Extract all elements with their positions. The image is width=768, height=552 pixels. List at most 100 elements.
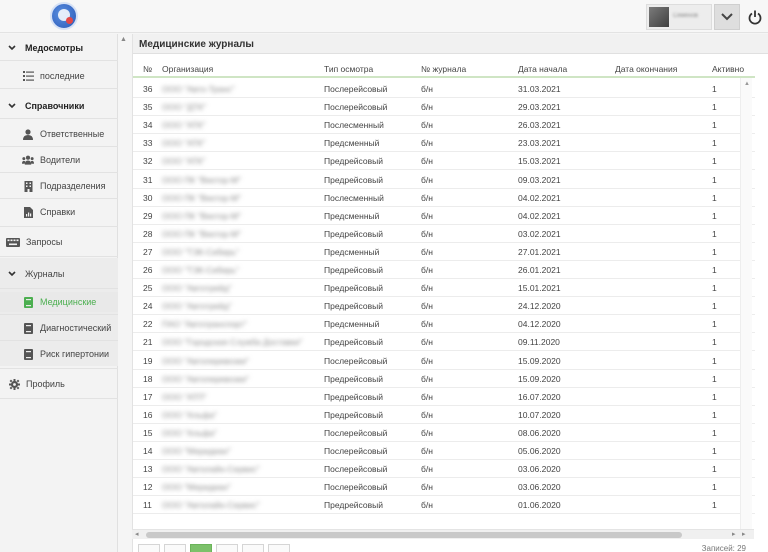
cell-number: 25 (143, 283, 153, 294)
table-row[interactable]: 16 ООО "Альфа" Предрейсовый б/н 10.07.2020 1 (133, 406, 755, 424)
cell-active: 1 (712, 427, 717, 438)
table-row[interactable]: 25 ООО "Автотрейд" Предрейсовый б/н 15.01.20… (133, 279, 755, 298)
table-row[interactable]: 12 ООО "Меридиан" Послерейсовый б/н 03.06.20… (133, 478, 755, 497)
sidebar-group-journals[interactable]: Журналы (0, 266, 118, 282)
cell-number: 26 (143, 265, 153, 275)
sidebar-group-spravochniki[interactable]: Справочники (0, 98, 118, 114)
table-row[interactable]: 17 ООО "АТП" Предрейсовый б/н 16.07.2020 1 (133, 388, 755, 406)
cell-start-date: 03.06.2020 (518, 482, 561, 493)
cell-start-date: 05.06.2020 (518, 446, 561, 456)
scroll-right-icon[interactable]: ▸ (732, 530, 736, 538)
cell-active: 1 (712, 192, 717, 203)
page-prev-button[interactable] (164, 544, 186, 552)
sidebar-item-departments[interactable]: Подразделения (0, 178, 118, 194)
table-row[interactable]: 35 ООО "ДТК" Послерейсовый б/н 29.03.2021 1 (133, 98, 755, 117)
column-header-organization[interactable]: Организация (162, 64, 213, 74)
cell-exam-type: Предсменный (324, 319, 380, 330)
cell-number: 22 (143, 319, 153, 330)
cell-start-date: 04.02.2021 (518, 210, 561, 221)
cell-exam-type: Предрейсовый (324, 391, 383, 402)
list-icon (22, 70, 34, 82)
column-header-active[interactable]: Активно (712, 64, 744, 74)
sidebar-item-hypertension-risk[interactable]: Риск гипертонии (0, 346, 118, 362)
table-row[interactable]: 18 ООО "Автоперевозки" Предрейсовый б/н 15.0… (133, 370, 755, 388)
table-row[interactable]: 15 ООО "Альфа" Послерейсовый б/н 08.06.2020 1 (133, 424, 755, 442)
scroll-up-icon[interactable]: ▲ (744, 81, 750, 87)
table-row[interactable]: 24 ООО "Автотрейд" Предрейсовый б/н 24.12.20… (133, 297, 755, 316)
sidebar-item-responsible[interactable]: Ответственные (0, 126, 118, 142)
vertical-scrollbar[interactable]: ▲ (740, 78, 752, 536)
cell-active: 1 (712, 355, 717, 366)
page-current-button[interactable] (190, 544, 212, 552)
sidebar: Медосмотры последние Справочники Ответст… (0, 34, 118, 552)
cell-exam-type: Предрейсовый (324, 500, 383, 511)
scroll-right-end-icon[interactable]: ▸ (742, 530, 746, 538)
sidebar-item-certificates[interactable]: Справки (0, 204, 118, 220)
page-first-button[interactable] (138, 544, 160, 552)
user-menu[interactable]: Семёнов (646, 4, 712, 30)
horizontal-scrollbar[interactable]: ◂ ▸ ▸ (132, 529, 754, 539)
user-dropdown-button[interactable] (714, 4, 740, 30)
column-header-start-date[interactable]: Дата начала (518, 64, 567, 74)
cell-start-date: 09.11.2020 (518, 337, 560, 348)
cell-number: 32 (143, 156, 153, 167)
cell-journal-number: б/н (421, 246, 433, 257)
cell-start-date: 10.07.2020 (518, 409, 561, 420)
horizontal-scroll-thumb[interactable] (146, 532, 682, 538)
cell-number: 18 (143, 373, 153, 384)
table-row[interactable]: 33 ООО "АТК" Предсменный б/н 23.03.2021 1 (133, 134, 755, 153)
collapse-sidebar-icon[interactable]: ▲ (120, 36, 127, 43)
table-row[interactable]: 19 ООО "Автоперевозки" Послерейсовый б/н 15.… (133, 352, 755, 370)
chevron-down-icon (721, 13, 733, 21)
page-next-button[interactable] (216, 544, 238, 552)
table-row[interactable]: 21 ООО "Городская Служба Доставки" Предрей… (133, 333, 755, 352)
cell-journal-number: б/н (421, 464, 433, 475)
cell-journal-number: б/н (421, 228, 433, 239)
cell-exam-type: Послерейсовый (324, 482, 388, 493)
table-row[interactable]: 13 ООО "Автолайн-Сервис" Послерейсовый б/н 0… (133, 460, 755, 479)
power-icon (748, 10, 762, 24)
cell-exam-type: Предрейсовый (324, 409, 383, 420)
scroll-left-icon[interactable]: ◂ (135, 530, 139, 538)
column-header-exam-type[interactable]: Тип осмотра (324, 64, 373, 74)
column-header-number[interactable]: № (143, 64, 152, 74)
sidebar-item-profile[interactable]: Профиль (0, 376, 118, 392)
table-row[interactable]: 28 ООО ПК "Вектор-М" Предрейсовый б/н 03.02.… (133, 225, 755, 243)
sidebar-item-requests[interactable]: Запросы (0, 234, 118, 250)
cell-start-date: 26.03.2021 (518, 120, 561, 131)
logout-button[interactable] (744, 4, 766, 30)
cell-number: 15 (143, 427, 153, 438)
cell-exam-type: Предрейсовый (324, 373, 383, 384)
table-row[interactable]: 29 ООО ПК "Вектор-М" Предсменный б/н 04.02.2… (133, 207, 755, 225)
cell-organization: ООО "ДТК" (162, 102, 207, 113)
app-logo[interactable] (50, 2, 78, 30)
sidebar-group-medosmotry[interactable]: Медосмотры (0, 40, 118, 56)
sidebar-item-medical[interactable]: Медицинские (0, 292, 118, 312)
cell-active: 1 (712, 464, 717, 475)
table-row[interactable]: 11 ООО "Автолайн-Сервис" Предрейсовый б/н 01… (133, 496, 755, 514)
page-refresh-button[interactable] (268, 544, 290, 552)
person-icon (22, 128, 34, 140)
table-row[interactable]: 22 ПАО "Автотранспорт" Предсменный б/н 04.12… (133, 315, 755, 334)
cell-number: 11 (143, 500, 152, 511)
table-row[interactable]: 27 ООО "ТЭК-Сибирь" Предсменный б/н 27.01.20… (133, 243, 755, 261)
sidebar-item-latest[interactable]: последние (0, 68, 118, 84)
sidebar-item-drivers[interactable]: Водители (0, 152, 118, 168)
cell-organization: ООО "Альфа" (162, 409, 218, 420)
top-bar: Семёнов (0, 0, 768, 33)
page-last-button[interactable] (242, 544, 264, 552)
sidebar-item-diagnostic[interactable]: Диагностический (0, 320, 118, 336)
cell-start-date: 08.06.2020 (518, 427, 561, 438)
table-row[interactable]: 36 ООО "Авто-Транс" Послерейсовый б/н 31.03.… (133, 80, 755, 98)
column-header-journal-number[interactable]: № журнала (421, 64, 466, 74)
column-header-end-date[interactable]: Дата окончания (615, 64, 677, 74)
table-row[interactable]: 31 ООО ПК "Вектор-М" Предрейсовый б/н 09.03.… (133, 171, 755, 189)
sidebar-item-label: Водители (40, 155, 81, 165)
table-row[interactable]: 32 ООО "АТК" Предрейсовый б/н 15.03.2021 1 (133, 152, 755, 171)
cell-start-date: 03.06.2020 (518, 464, 561, 475)
table-row[interactable]: 26 ООО "ТЭК-Сибирь" Предрейсовый б/н 26.01.2… (133, 261, 755, 279)
table-row[interactable]: 30 ООО ПК "Вектор-М" Послесменный б/н 04.02.… (133, 189, 755, 207)
table-row[interactable]: 14 ООО "Меридиан" Послерейсовый б/н 05.06.20… (133, 442, 755, 460)
table-row[interactable]: 34 ООО "АТК" Послесменный б/н 26.03.2021 1 (133, 116, 755, 135)
cell-start-date: 01.06.2020 (518, 500, 561, 511)
